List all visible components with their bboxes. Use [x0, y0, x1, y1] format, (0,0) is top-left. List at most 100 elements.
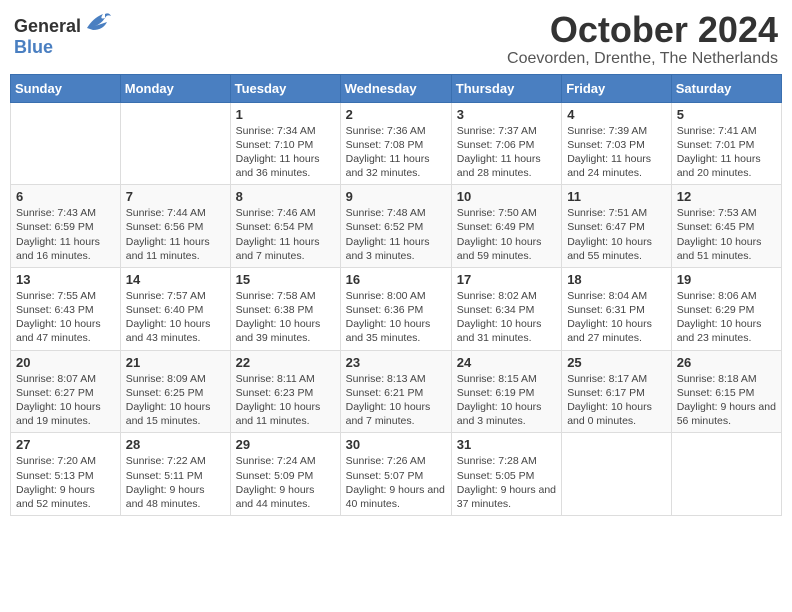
weekday-header-row: SundayMondayTuesdayWednesdayThursdayFrid… [11, 74, 782, 102]
day-info: Sunrise: 7:26 AM Sunset: 5:07 PM Dayligh… [346, 454, 446, 511]
weekday-header: Sunday [11, 74, 121, 102]
day-number: 8 [236, 189, 335, 204]
calendar-cell: 10 Sunrise: 7:50 AM Sunset: 6:49 PM Dayli… [451, 185, 561, 268]
day-info: Sunrise: 7:37 AM Sunset: 7:06 PM Dayligh… [457, 124, 556, 181]
day-info: Sunrise: 7:55 AM Sunset: 6:43 PM Dayligh… [16, 289, 115, 346]
day-number: 29 [236, 437, 335, 452]
day-number: 19 [677, 272, 776, 287]
weekday-header: Friday [562, 74, 672, 102]
day-info: Sunrise: 7:48 AM Sunset: 6:52 PM Dayligh… [346, 206, 446, 263]
month-title: October 2024 [507, 10, 778, 50]
day-info: Sunrise: 7:44 AM Sunset: 6:56 PM Dayligh… [126, 206, 225, 263]
calendar-cell: 8 Sunrise: 7:46 AM Sunset: 6:54 PM Daylig… [230, 185, 340, 268]
day-info: Sunrise: 7:53 AM Sunset: 6:45 PM Dayligh… [677, 206, 776, 263]
calendar-week-row: 1 Sunrise: 7:34 AM Sunset: 7:10 PM Daylig… [11, 102, 782, 185]
day-info: Sunrise: 8:00 AM Sunset: 6:36 PM Dayligh… [346, 289, 446, 346]
day-number: 22 [236, 355, 335, 370]
calendar-cell: 31 Sunrise: 7:28 AM Sunset: 5:05 PM Dayli… [451, 433, 561, 516]
day-number: 15 [236, 272, 335, 287]
calendar-cell [671, 433, 781, 516]
day-number: 1 [236, 107, 335, 122]
day-info: Sunrise: 7:50 AM Sunset: 6:49 PM Dayligh… [457, 206, 556, 263]
day-info: Sunrise: 7:58 AM Sunset: 6:38 PM Dayligh… [236, 289, 335, 346]
day-number: 3 [457, 107, 556, 122]
day-info: Sunrise: 7:41 AM Sunset: 7:01 PM Dayligh… [677, 124, 776, 181]
calendar-cell: 21 Sunrise: 8:09 AM Sunset: 6:25 PM Dayli… [120, 350, 230, 433]
day-number: 10 [457, 189, 556, 204]
day-number: 11 [567, 189, 666, 204]
calendar-cell: 1 Sunrise: 7:34 AM Sunset: 7:10 PM Daylig… [230, 102, 340, 185]
calendar-cell: 24Sunrise: 8:15 AM Sunset: 6:19 PM Dayli… [451, 350, 561, 433]
day-info: Sunrise: 7:46 AM Sunset: 6:54 PM Dayligh… [236, 206, 335, 263]
day-number: 30 [346, 437, 446, 452]
calendar-cell: 5 Sunrise: 7:41 AM Sunset: 7:01 PM Daylig… [671, 102, 781, 185]
day-info: Sunrise: 7:22 AM Sunset: 5:11 PM Dayligh… [126, 454, 225, 511]
day-number: 6 [16, 189, 115, 204]
calendar-cell: 14Sunrise: 7:57 AM Sunset: 6:40 PM Dayli… [120, 267, 230, 350]
calendar-week-row: 13 Sunrise: 7:55 AM Sunset: 6:43 PM Dayli… [11, 267, 782, 350]
day-info: Sunrise: 8:02 AM Sunset: 6:34 PM Dayligh… [457, 289, 556, 346]
day-info: Sunrise: 7:57 AM Sunset: 6:40 PM Dayligh… [126, 289, 225, 346]
day-number: 28 [126, 437, 225, 452]
day-info: Sunrise: 8:06 AM Sunset: 6:29 PM Dayligh… [677, 289, 776, 346]
calendar-cell: 12 Sunrise: 7:53 AM Sunset: 6:45 PM Dayli… [671, 185, 781, 268]
weekday-header: Wednesday [340, 74, 451, 102]
calendar-cell: 28 Sunrise: 7:22 AM Sunset: 5:11 PM Dayli… [120, 433, 230, 516]
day-info: Sunrise: 7:43 AM Sunset: 6:59 PM Dayligh… [16, 206, 115, 263]
calendar-table: SundayMondayTuesdayWednesdayThursdayFrid… [10, 74, 782, 516]
calendar-week-row: 27Sunrise: 7:20 AM Sunset: 5:13 PM Dayli… [11, 433, 782, 516]
day-number: 7 [126, 189, 225, 204]
day-info: Sunrise: 8:09 AM Sunset: 6:25 PM Dayligh… [126, 372, 225, 429]
day-number: 31 [457, 437, 556, 452]
title-area: October 2024 Coevorden, Drenthe, The Net… [507, 10, 778, 68]
day-info: Sunrise: 8:17 AM Sunset: 6:17 PM Dayligh… [567, 372, 666, 429]
day-info: Sunrise: 7:20 AM Sunset: 5:13 PM Dayligh… [16, 454, 115, 511]
day-number: 2 [346, 107, 446, 122]
day-number: 12 [677, 189, 776, 204]
calendar-cell: 9 Sunrise: 7:48 AM Sunset: 6:52 PM Daylig… [340, 185, 451, 268]
day-info: Sunrise: 7:28 AM Sunset: 5:05 PM Dayligh… [457, 454, 556, 511]
logo-text: General Blue [14, 10, 111, 58]
calendar-cell: 16 Sunrise: 8:00 AM Sunset: 6:36 PM Dayli… [340, 267, 451, 350]
day-number: 13 [16, 272, 115, 287]
calendar-week-row: 20Sunrise: 8:07 AM Sunset: 6:27 PM Dayli… [11, 350, 782, 433]
calendar-cell: 6 Sunrise: 7:43 AM Sunset: 6:59 PM Daylig… [11, 185, 121, 268]
day-info: Sunrise: 8:07 AM Sunset: 6:27 PM Dayligh… [16, 372, 115, 429]
calendar-cell: 3 Sunrise: 7:37 AM Sunset: 7:06 PM Daylig… [451, 102, 561, 185]
calendar-cell: 25 Sunrise: 8:17 AM Sunset: 6:17 PM Dayli… [562, 350, 672, 433]
calendar-cell: 7 Sunrise: 7:44 AM Sunset: 6:56 PM Daylig… [120, 185, 230, 268]
day-info: Sunrise: 7:36 AM Sunset: 7:08 PM Dayligh… [346, 124, 446, 181]
page-header: General Blue October 2024 Coevorden, Dre… [10, 10, 782, 68]
logo-blue: Blue [14, 37, 53, 57]
calendar-cell: 23 Sunrise: 8:13 AM Sunset: 6:21 PM Dayli… [340, 350, 451, 433]
day-number: 25 [567, 355, 666, 370]
calendar-cell: 29Sunrise: 7:24 AM Sunset: 5:09 PM Dayli… [230, 433, 340, 516]
day-number: 23 [346, 355, 446, 370]
calendar-cell: 26Sunrise: 8:18 AM Sunset: 6:15 PM Dayli… [671, 350, 781, 433]
calendar-cell: 4Sunrise: 7:39 AM Sunset: 7:03 PM Daylig… [562, 102, 672, 185]
calendar-cell: 11Sunrise: 7:51 AM Sunset: 6:47 PM Dayli… [562, 185, 672, 268]
day-number: 9 [346, 189, 446, 204]
calendar-cell [11, 102, 121, 185]
day-number: 4 [567, 107, 666, 122]
day-info: Sunrise: 8:04 AM Sunset: 6:31 PM Dayligh… [567, 289, 666, 346]
day-info: Sunrise: 7:34 AM Sunset: 7:10 PM Dayligh… [236, 124, 335, 181]
day-info: Sunrise: 8:11 AM Sunset: 6:23 PM Dayligh… [236, 372, 335, 429]
calendar-cell: 13 Sunrise: 7:55 AM Sunset: 6:43 PM Dayli… [11, 267, 121, 350]
day-info: Sunrise: 8:13 AM Sunset: 6:21 PM Dayligh… [346, 372, 446, 429]
calendar-cell: 22 Sunrise: 8:11 AM Sunset: 6:23 PM Dayli… [230, 350, 340, 433]
calendar-cell: 27Sunrise: 7:20 AM Sunset: 5:13 PM Dayli… [11, 433, 121, 516]
calendar-cell: 2 Sunrise: 7:36 AM Sunset: 7:08 PM Daylig… [340, 102, 451, 185]
weekday-header: Tuesday [230, 74, 340, 102]
location-title: Coevorden, Drenthe, The Netherlands [507, 50, 778, 68]
day-info: Sunrise: 8:18 AM Sunset: 6:15 PM Dayligh… [677, 372, 776, 429]
logo: General Blue [14, 10, 111, 58]
day-number: 18 [567, 272, 666, 287]
day-number: 5 [677, 107, 776, 122]
calendar-cell [120, 102, 230, 185]
calendar-cell [562, 433, 672, 516]
weekday-header: Saturday [671, 74, 781, 102]
day-number: 16 [346, 272, 446, 287]
weekday-header: Thursday [451, 74, 561, 102]
day-number: 21 [126, 355, 225, 370]
